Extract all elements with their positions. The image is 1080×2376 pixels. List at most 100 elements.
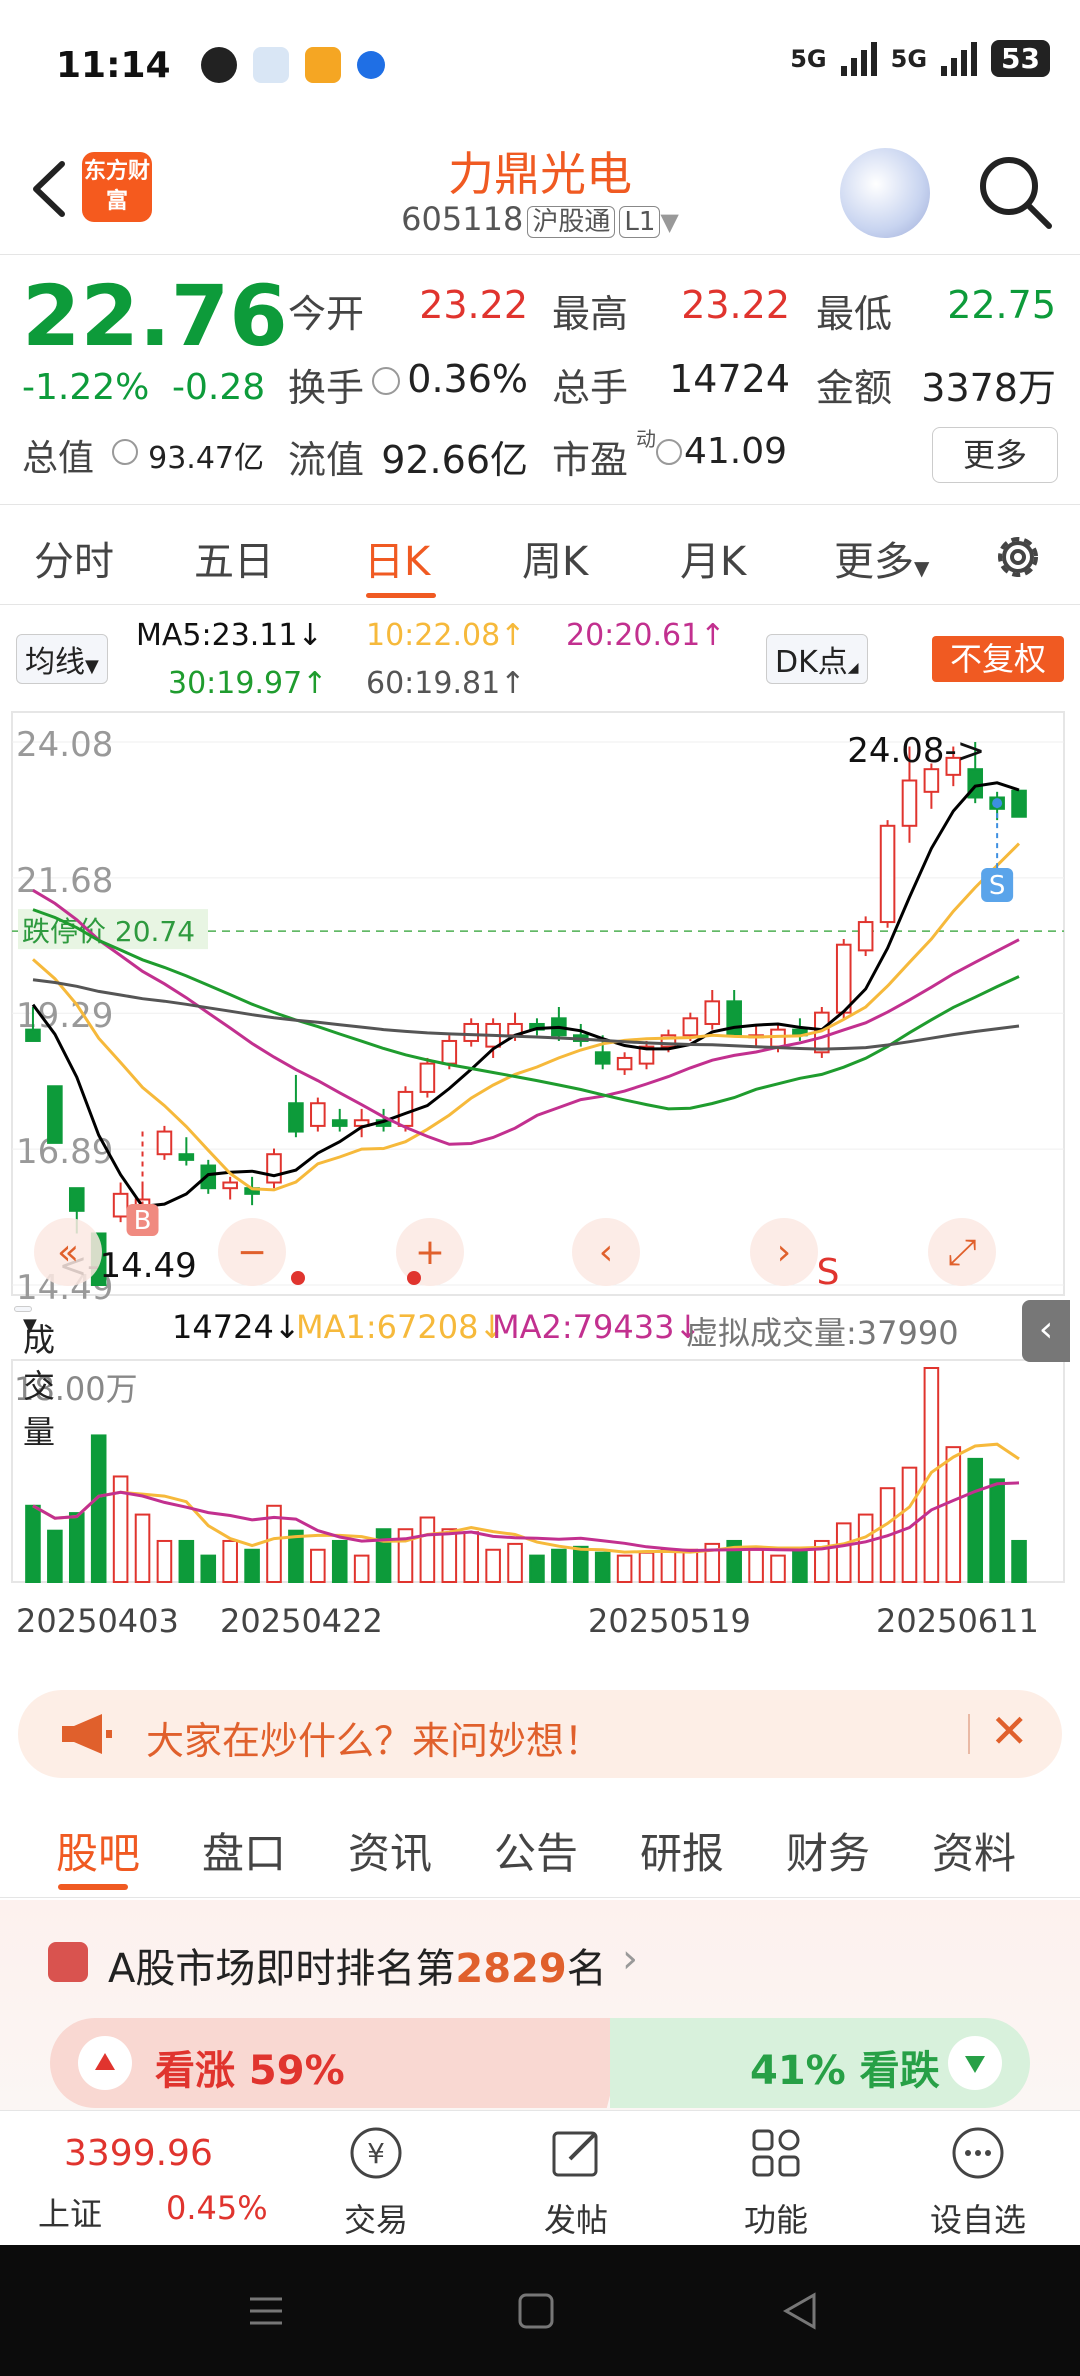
chart-control-glyph: −: [237, 1232, 267, 1273]
search-icon[interactable]: [975, 152, 1055, 232]
dropdown-triangle-icon: ▼: [23, 1315, 37, 1336]
candle-up: [770, 1028, 786, 1048]
nav-post[interactable]: 发帖: [476, 2111, 676, 2246]
volume-bar-up: [857, 1513, 874, 1583]
tab-more-periods[interactable]: 更多▼: [834, 529, 929, 587]
ma-toggle[interactable]: 均线▼: [16, 634, 108, 684]
indicator-dot: [407, 1271, 421, 1285]
volume-bar-down: [47, 1529, 63, 1583]
tab-monthly-k[interactable]: 月K: [680, 529, 746, 587]
chevron-left-icon: ‹: [1038, 1309, 1054, 1350]
active-tab-underline: [58, 1884, 128, 1890]
megaphone-icon: [62, 1714, 112, 1754]
nav-post-label: 发帖: [543, 2201, 608, 2239]
tab-research[interactable]: 研报: [640, 1820, 724, 1881]
y-tick-label: 24.08: [16, 725, 113, 765]
dk-point-button[interactable]: DK点◢: [766, 634, 868, 684]
candle-down: [25, 1028, 41, 1042]
low-value: 22.75: [947, 283, 1056, 327]
candle-up: [397, 1090, 414, 1127]
index-quote[interactable]: 3399.96 上证 0.45%: [0, 2111, 268, 2246]
date-label: 20250519: [588, 1602, 751, 1640]
tab-guba[interactable]: 股吧: [56, 1820, 140, 1881]
gear-icon[interactable]: [990, 529, 1046, 585]
tab-announcements[interactable]: 公告: [494, 1820, 578, 1881]
notification-icons: [200, 47, 385, 83]
date-label: 20250403: [16, 1602, 179, 1640]
tab-profile[interactable]: 资料: [932, 1820, 1016, 1881]
kline-chart[interactable]: 24.0821.6819.2916.8914.49跌停价 20.7424.08-…: [0, 700, 1080, 1600]
candle-up: [266, 1153, 282, 1184]
sell-marker-label: S: [989, 871, 1006, 901]
signal-icon: [840, 41, 877, 76]
bullish-label: 看涨 59%: [155, 2048, 345, 2094]
volume-bar-down: [331, 1539, 348, 1583]
triangle-down-icon: [965, 2056, 985, 2073]
menu-icon[interactable]: [246, 2293, 286, 2329]
index-name: 上证: [38, 2195, 103, 2233]
vote-up-button[interactable]: [78, 2036, 132, 2090]
rank-text[interactable]: A股市场即时排名第2829名: [108, 1936, 607, 1994]
ma60-value: 60:19.81↑: [366, 666, 526, 701]
chart-control-glyph: ›: [777, 1232, 791, 1273]
info-icon[interactable]: [112, 439, 138, 465]
rank-prefix: A股市场即时排名第: [108, 1946, 456, 1992]
signal-5g-icon: 5G: [790, 44, 827, 73]
volume-value: 14724: [669, 357, 790, 401]
tab-news[interactable]: 资讯: [348, 1820, 432, 1881]
volume-bar-up: [748, 1548, 764, 1583]
tab-weekly-k[interactable]: 周K: [522, 529, 588, 587]
mktcap-label: 总值: [22, 438, 95, 479]
chart-control-glyph: ‹: [599, 1232, 613, 1273]
candle-down: [47, 1085, 63, 1144]
volume-selector[interactable]: 成交量 ▼: [14, 1306, 55, 1451]
nav-watchlist[interactable]: 设自选: [876, 2111, 1080, 2246]
volume-bar-up: [835, 1522, 852, 1584]
trade-yuan-icon: ¥: [350, 2127, 402, 2179]
candle-up: [682, 1017, 699, 1037]
candle-up: [463, 1022, 480, 1042]
ask-miaoxiang-banner[interactable]: 大家在炒什么？来问妙想！ ✕: [18, 1690, 1062, 1778]
volume-header: 成交量 ▼ 14724↓ MA1:67208↓ MA2:79433↓ 虚拟成交量:…: [0, 1300, 1080, 1451]
status-time: 11:14: [56, 44, 171, 86]
collapse-panel-button[interactable]: ‹: [1022, 1300, 1070, 1362]
date-label: 20250422: [220, 1602, 383, 1640]
ma10-line: [32, 842, 1021, 1192]
nav-trade[interactable]: ¥ 交易: [276, 2111, 476, 2246]
nav-functions-label: 功能: [743, 2201, 808, 2239]
index-value: 3399.96: [64, 2133, 213, 2174]
open-label: 今开: [288, 292, 365, 336]
tab-daily-k[interactable]: 日K: [364, 529, 430, 587]
adjust-button[interactable]: 不复权: [932, 636, 1064, 682]
candle-down: [726, 1000, 742, 1037]
pe-dynamic-sup: 动: [636, 427, 656, 451]
vote-down-button[interactable]: [948, 2036, 1002, 2090]
change-amount: -0.28: [172, 367, 266, 408]
turnover-value: 0.36%: [407, 357, 528, 401]
high-value: 23.22: [681, 283, 790, 327]
back-icon[interactable]: [780, 2291, 820, 2331]
tab-pankou[interactable]: 盘口: [202, 1820, 286, 1881]
content-tabs: 股吧 盘口 资讯 公告 研报 财务 资料: [0, 1798, 1080, 1898]
bottom-nav: 3399.96 上证 0.45% ¥ 交易 发帖 功能 设自选: [0, 2110, 1080, 2245]
assistant-robot-avatar[interactable]: [840, 148, 930, 238]
info-icon[interactable]: [656, 439, 682, 465]
close-icon[interactable]: ✕: [990, 1704, 1029, 1758]
nav-functions[interactable]: 功能: [676, 2111, 876, 2246]
rank-chart-icon: [48, 1942, 88, 1982]
candle-up: [704, 1000, 721, 1025]
info-icon[interactable]: [372, 367, 400, 395]
ma-toggle-label: 均线: [25, 645, 85, 680]
more-quote-button[interactable]: 更多: [932, 427, 1058, 483]
candle-down: [178, 1153, 195, 1161]
nav-watchlist-label: 设自选: [929, 2201, 1026, 2239]
chevron-right-icon[interactable]: ›: [622, 1936, 638, 1982]
nav-trade-label: 交易: [343, 2201, 408, 2239]
tab-intraday[interactable]: 分时: [34, 529, 114, 587]
volume-bar-up: [222, 1539, 238, 1583]
tab-finance[interactable]: 财务: [786, 1820, 870, 1881]
candle-down: [594, 1051, 611, 1065]
tab-five-day[interactable]: 五日: [194, 529, 274, 587]
home-icon[interactable]: [516, 2291, 556, 2331]
rank-suffix: 名: [566, 1946, 607, 1992]
